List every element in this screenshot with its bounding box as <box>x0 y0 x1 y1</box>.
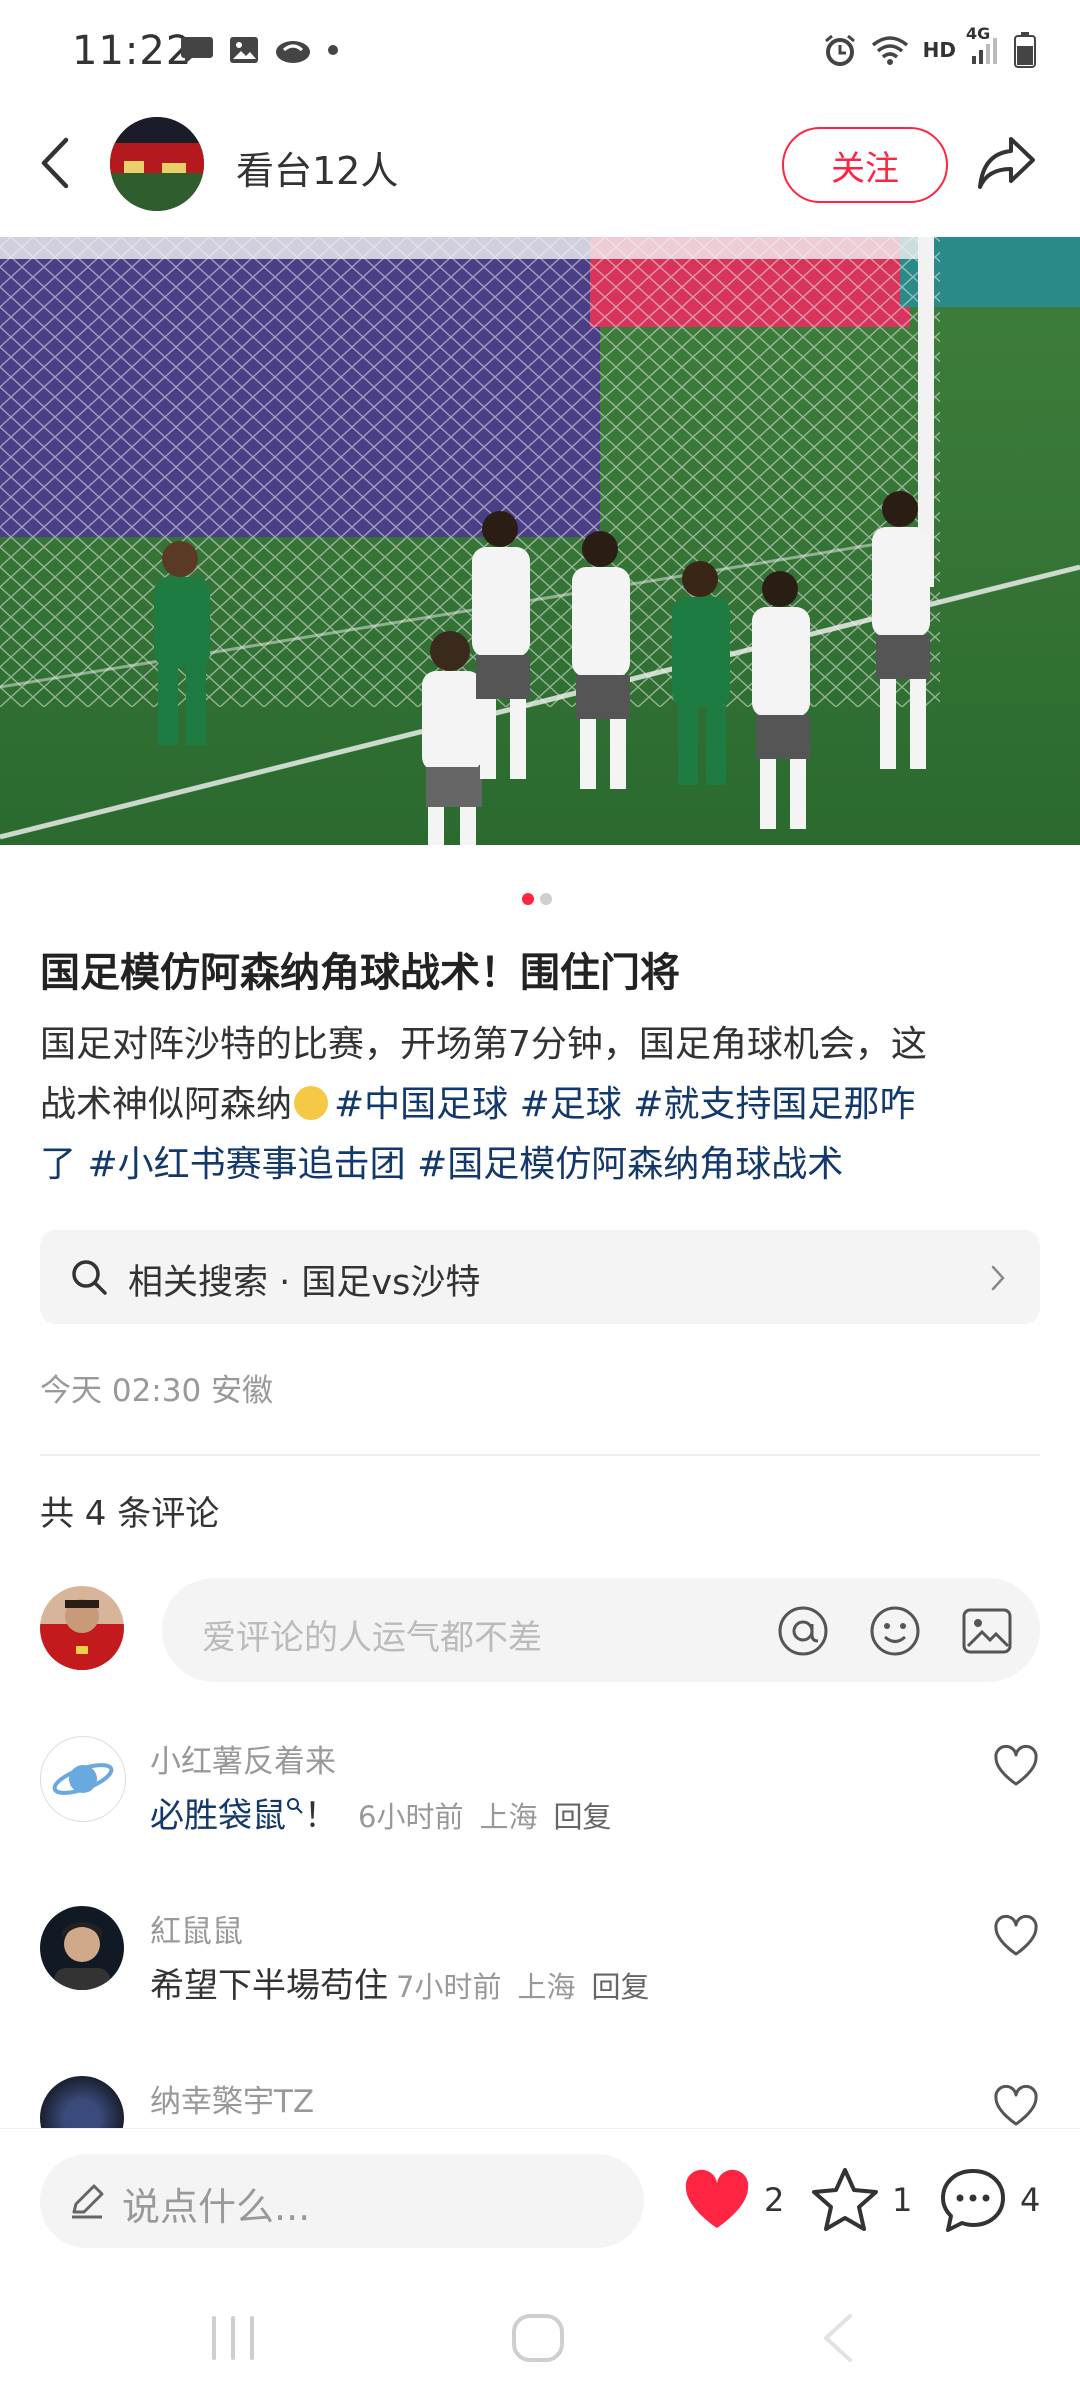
image-icon <box>230 37 258 63</box>
carousel-indicator <box>522 893 552 905</box>
post-body: 国足对阵沙特的比赛，开场第7分钟，国足角球机会，这 战术神似阿森纳 #中国足球 #… <box>40 1015 1040 1195</box>
post-body-line-2: 战术神似阿森纳 #中国足球 #足球 #就支持国足那咋 <box>40 1075 1040 1135</box>
dot-icon <box>328 45 338 55</box>
like-count: 2 <box>764 2181 785 2219</box>
collect-button[interactable]: 1 <box>810 2166 912 2234</box>
heart-filled-icon <box>685 2169 749 2228</box>
status-bar: 11:22 HD 4G <box>0 0 1080 100</box>
post-title: 国足模仿阿森纳角球战术！围住门将 <box>40 950 680 996</box>
comment-button[interactable]: 4 <box>938 2166 1040 2234</box>
comment-time: 6小时前 <box>358 1800 464 1834</box>
emoji-picker-icon[interactable] <box>868 1604 922 1658</box>
search-mini-icon <box>287 1797 303 1814</box>
tag-link[interactable]: #国足模仿阿森纳角球战术 <box>417 1144 843 1185</box>
comment-body: 希望下半場苟住 <box>150 1966 388 2006</box>
chat-bubble-icon <box>181 37 213 64</box>
tag-link[interactable]: #小红书赛事追击团 <box>87 1144 405 1185</box>
tag-link[interactable]: #中国足球 <box>334 1084 508 1125</box>
network-label: 4G <box>966 24 991 43</box>
comment-avatar[interactable] <box>40 1736 126 1822</box>
comment-author[interactable]: 纳幸檠宇TZ <box>150 2076 314 2121</box>
cloud-icon <box>276 41 310 63</box>
battery-icon <box>1014 32 1036 68</box>
author-name[interactable]: 看台12人 <box>236 140 398 195</box>
star-icon <box>812 2168 878 2231</box>
comment-count: 4 <box>1020 2181 1041 2219</box>
back-nav-icon[interactable] <box>820 2312 856 2364</box>
chevron-left-icon <box>41 137 69 189</box>
reply-button[interactable]: 回复 <box>553 1794 611 1836</box>
comment-like-icon[interactable] <box>992 1744 1040 1788</box>
system-nav-bar <box>0 2278 1080 2400</box>
tag-link[interactable]: #就支持国足那咋 <box>633 1084 915 1125</box>
comment-like-icon[interactable] <box>992 2084 1040 2128</box>
comment-location: 上海 <box>517 1970 576 2004</box>
like-button[interactable]: 2 <box>682 2168 784 2232</box>
avatar-image <box>54 1922 110 1990</box>
home-icon[interactable] <box>510 2312 566 2364</box>
post-body-line-3: 了 #小红书赛事追击团 #国足模仿阿森纳角球战术 <box>40 1135 1040 1195</box>
wifi-icon <box>871 36 908 65</box>
search-icon <box>72 1260 107 1295</box>
comment-keyword-link[interactable]: 必胜袋鼠 <box>150 1796 286 1836</box>
back-button[interactable] <box>30 128 80 198</box>
tag-link-continued[interactable]: 了 <box>40 1144 76 1185</box>
post-meta: 今天 02:30 安徽 <box>40 1373 274 1409</box>
comment-avatar[interactable] <box>40 1906 124 1990</box>
pencil-icon <box>72 2184 104 2219</box>
signal-4g-icon: 4G <box>966 24 1000 66</box>
post-image[interactable] <box>0 237 1080 845</box>
author-avatar[interactable] <box>110 117 204 211</box>
my-avatar <box>40 1586 124 1670</box>
comment-like-icon[interactable] <box>992 1914 1040 1958</box>
comment-location: 上海 <box>479 1800 538 1834</box>
at-mention-icon[interactable] <box>776 1604 830 1658</box>
recent-apps-icon[interactable] <box>208 2312 258 2364</box>
status-time: 11:22 <box>72 28 193 74</box>
tag-link[interactable]: #足球 <box>520 1084 622 1125</box>
stadium-avatar-image <box>110 117 204 211</box>
chevron-right-icon <box>991 1265 1005 1291</box>
comment-input[interactable]: 爱评论的人运气都不差 <box>162 1578 1040 1682</box>
planet-avatar-image <box>52 1763 114 1795</box>
comment-body: 必胜袋鼠 ！ <box>150 1788 338 1837</box>
football-match-image <box>0 237 1080 845</box>
system-icons: HD 4G <box>823 24 1036 68</box>
share-button[interactable] <box>972 130 1042 196</box>
say-something-input[interactable]: 说点什么... <box>40 2154 644 2248</box>
post-body-line-1: 国足对阵沙特的比赛，开场第7分钟，国足角球机会，这 <box>40 1024 927 1065</box>
say-something-placeholder: 说点什么... <box>122 2185 311 2229</box>
comment-body-suffix: ！ <box>304 1796 338 1836</box>
emoji-icon <box>294 1086 329 1120</box>
follow-button[interactable]: 关注 <box>782 127 948 203</box>
comment-author[interactable]: 小红薯反着来 <box>150 1736 336 1781</box>
related-search-button[interactable]: 相关搜索 · 国足vs沙特 <box>40 1230 1040 1324</box>
share-icon <box>978 137 1035 189</box>
comment-input-placeholder: 爱评论的人运气都不差 <box>202 1618 542 1658</box>
comments-count: 共 4 条评论 <box>40 1494 220 1534</box>
alarm-icon <box>824 34 855 66</box>
related-search-label: 相关搜索 · 国足vs沙特 <box>128 1263 481 1303</box>
avatar-image <box>46 1599 118 1670</box>
post-body-text: 战术神似阿森纳 <box>40 1084 293 1125</box>
comment-bubble-icon <box>941 2169 1005 2232</box>
divider <box>40 1454 1040 1456</box>
comment-author[interactable]: 紅鼠鼠 <box>150 1906 243 1951</box>
comment-time: 7小时前 <box>396 1970 502 2004</box>
image-picker-icon[interactable] <box>960 1604 1014 1658</box>
comment-row: 必胜袋鼠 ！ 6小时前 上海 回复 <box>150 1788 611 1837</box>
carousel-dot-active <box>522 893 534 905</box>
collect-count: 1 <box>892 2181 913 2219</box>
notification-icons <box>180 34 340 66</box>
comment-row: 希望下半場苟住 7小时前 上海 回复 <box>150 1958 649 2007</box>
reply-button[interactable]: 回复 <box>591 1964 649 2006</box>
hd-label: HD <box>922 38 956 62</box>
carousel-dot <box>540 893 552 905</box>
